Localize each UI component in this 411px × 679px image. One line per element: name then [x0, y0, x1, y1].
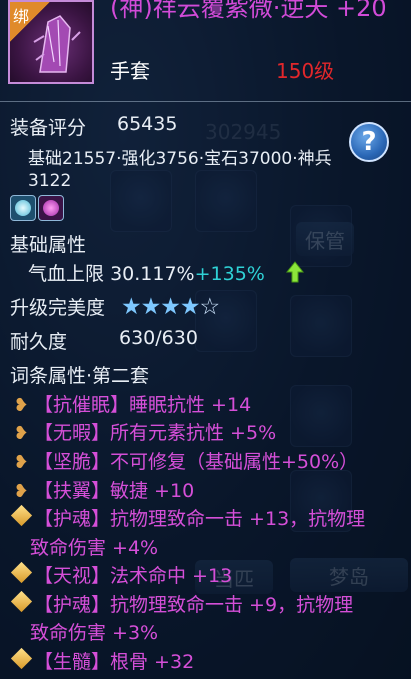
- star-filled-icon: ★: [121, 294, 142, 320]
- affix-tag: 【坚脆】: [34, 451, 111, 473]
- affix-tag: 【抗催眠】: [34, 394, 130, 416]
- swirl-icon: ❥: [13, 452, 29, 473]
- divider: [0, 101, 411, 102]
- item-type: 手套: [110, 59, 150, 83]
- score-value: 65435: [117, 113, 178, 135]
- affix-text: 抗物理致命一击 +13，抗物理: [110, 508, 366, 530]
- diamond-icon: [10, 590, 33, 613]
- affix-heading: 词条属性·第二套: [10, 365, 150, 387]
- stat-value: 30.117%: [110, 263, 195, 285]
- affix-continuation: 致命伤害 +4%: [30, 537, 159, 559]
- item-title: (神)祥云覆紫微·逆天 +20: [110, 0, 387, 22]
- stat-label: 气血上限: [28, 263, 105, 285]
- base-attr-stat: 气血上限 30.117%+135%: [28, 259, 265, 286]
- swirl-icon: ❥: [13, 481, 29, 502]
- perfection-stars: ★★★★☆: [121, 294, 221, 320]
- item-icon: 绑: [8, 0, 94, 84]
- score-label: 装备评分: [10, 117, 87, 139]
- affix-row: ❥ 【抗催眠】睡眠抗性 +14: [10, 390, 251, 417]
- affix-text: 不可修复（基础属性+50%）: [110, 451, 359, 473]
- affix-tag: 【天视】: [34, 565, 111, 587]
- stat-bonus: +135%: [194, 263, 265, 285]
- durability-label: 耐久度: [10, 331, 68, 353]
- affix-tag: 【护魂】: [34, 508, 111, 530]
- perfection-label: 升级完美度: [10, 297, 106, 319]
- affix-row: 【生髓】根骨 +32: [10, 647, 194, 674]
- swirl-icon: ❥: [13, 423, 29, 444]
- base-attr-heading: 基础属性: [10, 234, 87, 256]
- bound-tag: 绑: [10, 2, 50, 42]
- swirl-icon: ❥: [13, 395, 29, 416]
- purple-gem-icon[interactable]: [38, 195, 64, 221]
- affix-tag: 【无暇】: [34, 422, 111, 444]
- diamond-icon: [10, 561, 33, 584]
- affix-text: 法术命中 +13: [110, 565, 233, 587]
- affix-text: 根骨 +32: [110, 651, 195, 673]
- affix-row: 【护魂】抗物理致命一击 +13，抗物理: [10, 504, 365, 531]
- durability-value: 630/630: [119, 327, 198, 349]
- diamond-icon: [10, 647, 33, 670]
- question-icon: ?: [361, 127, 377, 157]
- affix-row: ❥ 【无暇】所有元素抗性 +5%: [10, 418, 276, 445]
- star-filled-icon: ★: [140, 294, 162, 320]
- score-breakdown: 基础21557·强化3756·宝石37000·神兵3122: [28, 149, 332, 191]
- star-empty-icon: ☆: [199, 294, 221, 320]
- item-level: 150级: [276, 59, 335, 83]
- affix-text: 抗物理致命一击 +9，抗物理: [110, 594, 354, 616]
- help-button[interactable]: ?: [349, 122, 389, 162]
- star-filled-icon: ★: [160, 294, 181, 320]
- affix-tag: 【扶翼】: [34, 480, 111, 502]
- affix-tag: 【护魂】: [34, 594, 111, 616]
- affix-text: 睡眠抗性 +14: [129, 394, 252, 416]
- affix-row: 【护魂】抗物理致命一击 +9，抗物理: [10, 590, 353, 617]
- affix-row: 【天视】法术命中 +13: [10, 561, 232, 588]
- affix-text: 敏捷 +10: [110, 480, 195, 502]
- diamond-icon: [10, 504, 33, 527]
- affix-tag: 【生髓】: [34, 651, 111, 673]
- bound-tag-label: 绑: [13, 7, 30, 26]
- affix-row: ❥ 【扶翼】敏捷 +10: [10, 476, 194, 503]
- affix-text: 所有元素抗性 +5%: [110, 422, 277, 444]
- up-arrow-icon: [286, 261, 304, 283]
- affix-row: ❥ 【坚脆】不可修复（基础属性+50%）: [10, 447, 358, 474]
- affix-continuation: 致命伤害 +3%: [30, 622, 159, 644]
- ice-gem-icon[interactable]: [10, 195, 36, 221]
- star-filled-icon: ★: [179, 294, 201, 320]
